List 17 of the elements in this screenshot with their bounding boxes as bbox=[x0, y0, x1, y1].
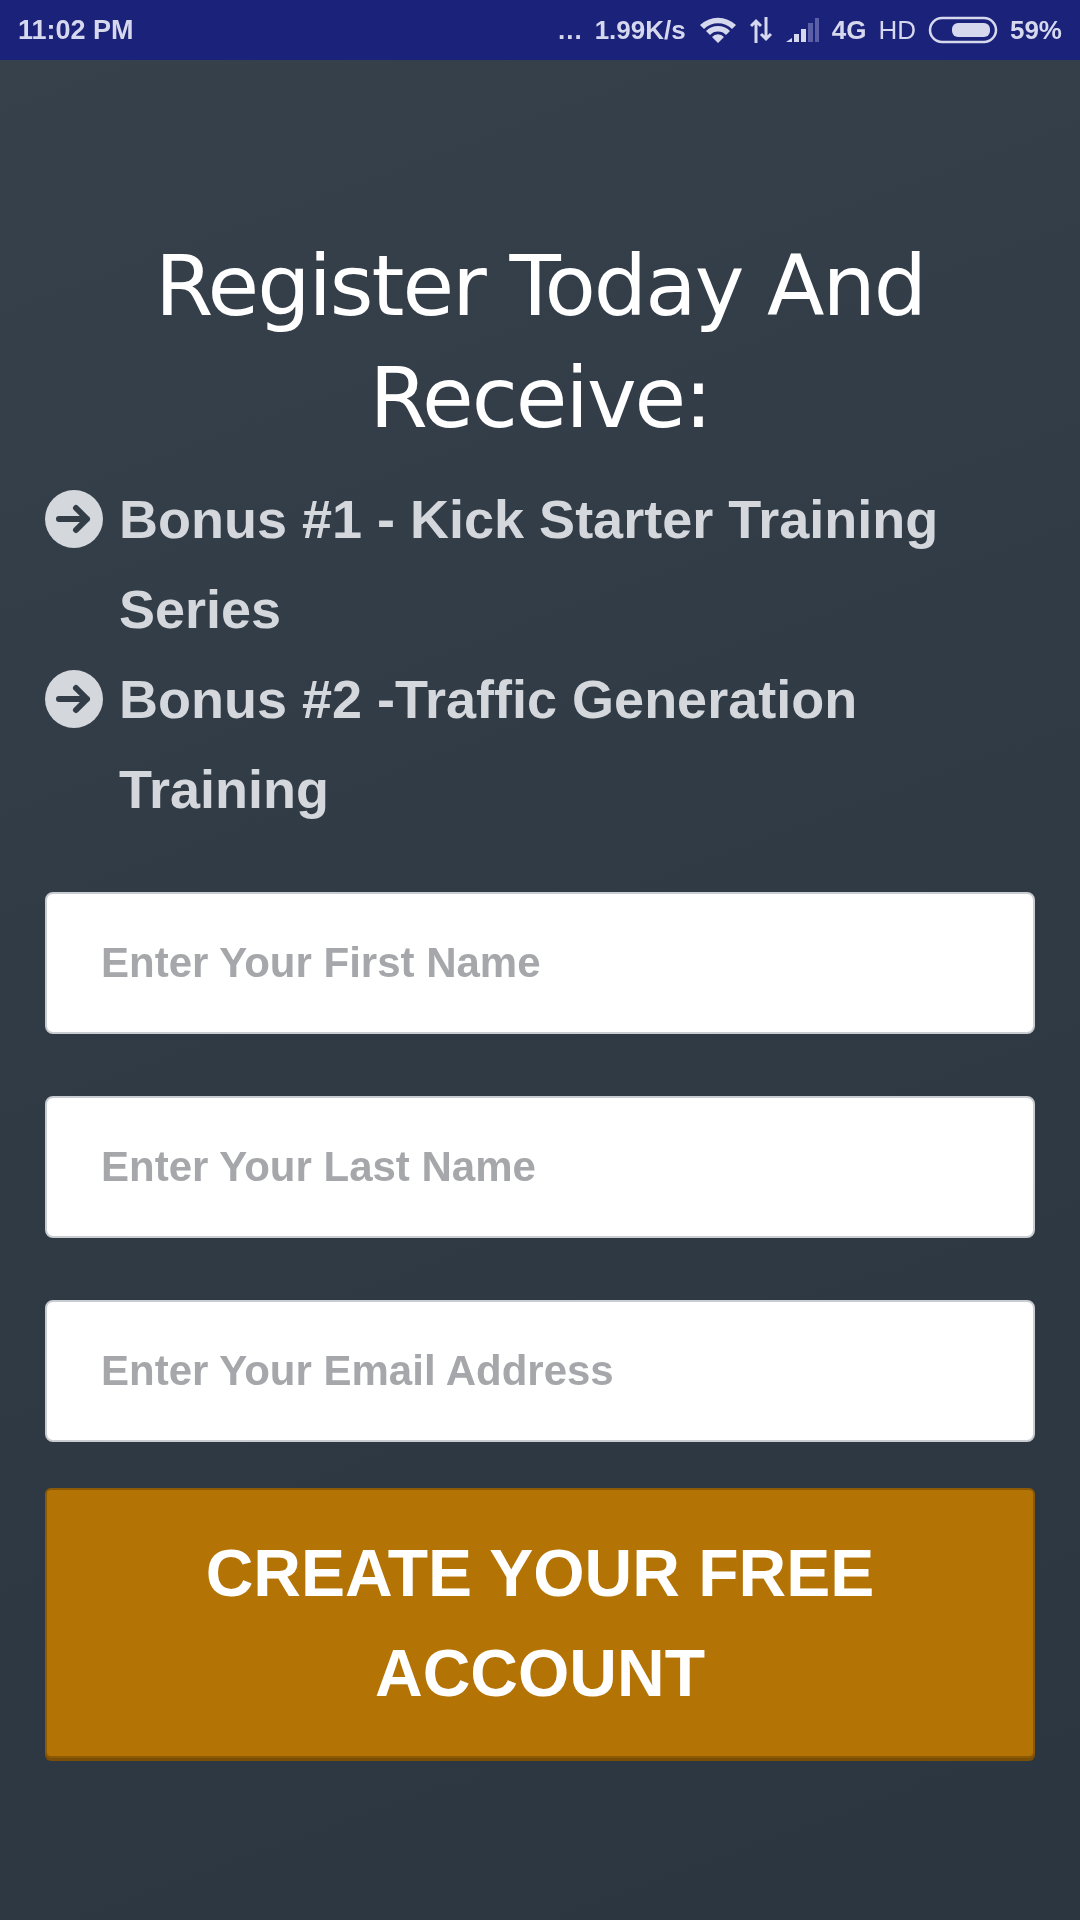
battery-percent: 59% bbox=[1009, 14, 1062, 46]
arrow-right-icon bbox=[45, 490, 103, 548]
data-arrows-icon bbox=[749, 15, 772, 45]
status-time: 11:02 PM bbox=[18, 14, 134, 46]
network-type: 4G bbox=[831, 14, 867, 46]
arrow-right-icon bbox=[45, 670, 103, 728]
input-field[interactable]: Enter Your First Name bbox=[45, 892, 1035, 1034]
battery-icon bbox=[927, 15, 998, 45]
input-field[interactable]: Enter Your Email Address bbox=[45, 1300, 1035, 1442]
input-field[interactable]: Enter Your Last Name bbox=[45, 1096, 1035, 1238]
heading: Register Today And Receive: bbox=[153, 236, 927, 449]
hd-label: HD bbox=[878, 14, 916, 46]
status-dots: ... bbox=[557, 14, 583, 46]
bonus-text: Bonus #1 - Kick Starter Training Series bbox=[119, 488, 940, 641]
create-account-button[interactable]: CREATE YOUR FREE ACCOUNT bbox=[45, 1488, 1035, 1758]
network-speed: 1.99K/s bbox=[594, 14, 686, 46]
bonus-text: Bonus #2 -Traffic Generation Training bbox=[119, 668, 859, 821]
